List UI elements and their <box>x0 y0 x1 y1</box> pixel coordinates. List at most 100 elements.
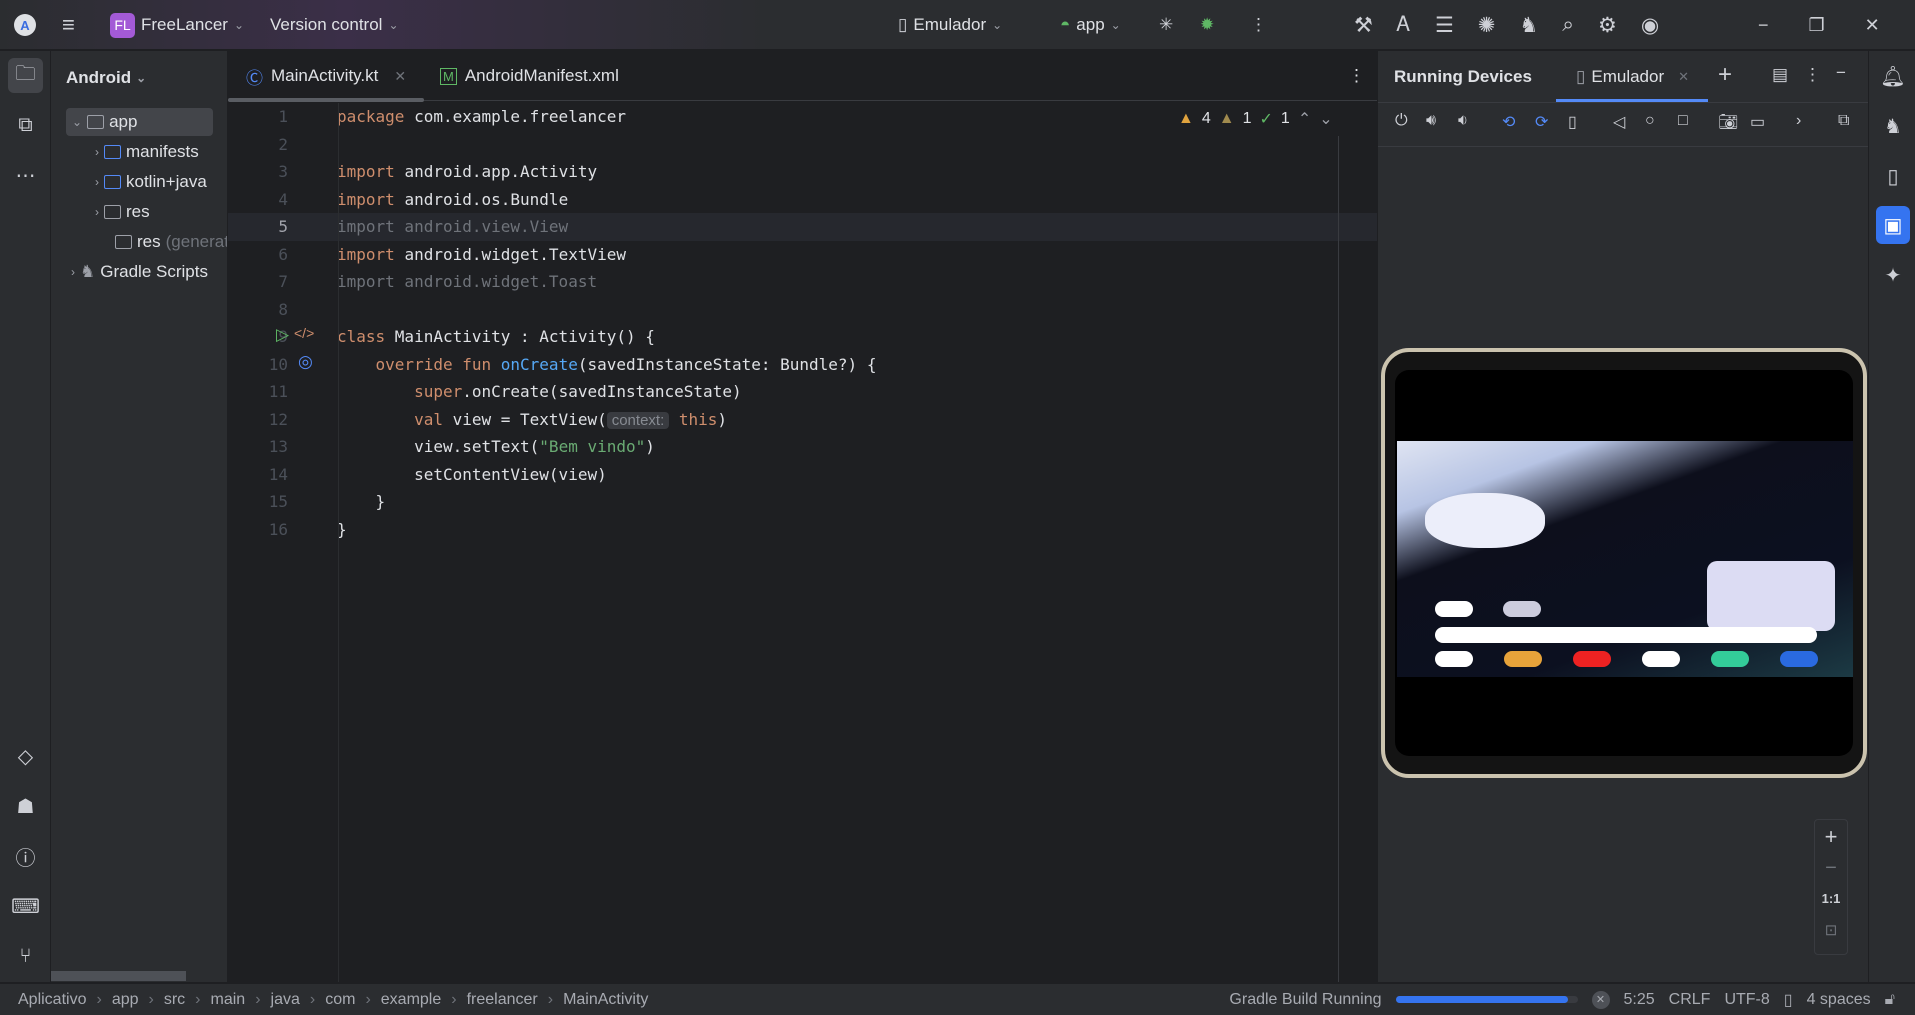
gmail-icon[interactable] <box>1435 651 1473 667</box>
meet-icon[interactable] <box>1711 651 1749 667</box>
messages-icon[interactable] <box>1780 651 1818 667</box>
breadcrumb-item[interactable]: Aplicativo <box>18 991 86 1009</box>
tabs-more-button[interactable]: ⋮ <box>1348 51 1365 101</box>
breadcrumb-item[interactable]: main <box>211 991 246 1009</box>
readonly-toggle-icon[interactable]: ▯ <box>1784 990 1793 1010</box>
code-line[interactable]: 3 import android.app.Activity <box>228 158 1377 186</box>
calendar-widget[interactable] <box>1707 561 1835 631</box>
search-icon[interactable]: ⌕ <box>1562 13 1574 37</box>
tab-scrollbar[interactable] <box>228 98 424 102</box>
breadcrumb-item[interactable]: MainActivity <box>563 991 648 1009</box>
minimize-icon[interactable]: − <box>1758 15 1769 36</box>
device-selector[interactable]: ▯ Emulador ⌄ <box>898 0 1002 50</box>
git-icon[interactable]: ⑂ <box>8 939 43 974</box>
override-gutter-icon[interactable]: ◎ <box>298 352 313 372</box>
tree-item-kotlin-java[interactable]: › kotlin+java <box>95 168 207 196</box>
running-devices-icon[interactable]: ▣ <box>1876 206 1910 244</box>
code-line[interactable]: 1 package com.example.freelancer <box>228 103 1377 131</box>
close-tab-icon[interactable]: ✕ <box>1678 69 1689 85</box>
hide-panel-icon[interactable]: − <box>1836 63 1846 83</box>
device-inspect-icon[interactable]: ⧉ <box>1838 112 1849 130</box>
rotate-left-icon[interactable]: ⟲ <box>1502 112 1515 132</box>
gradle-icon[interactable]: ♞ <box>1876 107 1910 145</box>
google-search-bar[interactable] <box>1435 627 1817 643</box>
code-line[interactable]: 15 } <box>228 488 1377 516</box>
code-line[interactable]: 2 <box>228 131 1377 159</box>
power-icon[interactable]: ⏻ <box>1395 112 1408 130</box>
debug-button[interactable]: ✹ <box>1200 0 1214 50</box>
chrome-icon[interactable] <box>1504 651 1542 667</box>
file-encoding[interactable]: UTF-8 <box>1724 991 1769 1009</box>
code-editor[interactable]: Ⓒ MainActivity.kt ✕ M AndroidManifest.xml ⋮… <box>228 51 1377 982</box>
gem-icon[interactable]: ◇ <box>8 739 43 774</box>
restore-icon[interactable]: ❐ <box>1809 15 1825 36</box>
logcat-icon[interactable]: ☗ <box>8 789 43 824</box>
device-manager-icon[interactable]: ▯ <box>1876 157 1910 195</box>
tab-android-manifest[interactable]: M AndroidManifest.xml <box>440 51 619 101</box>
photos-icon[interactable] <box>1642 651 1680 667</box>
breadcrumb-item[interactable]: example <box>381 991 441 1009</box>
tree-item-res-generated[interactable]: res(generated) <box>115 228 227 256</box>
sync-icon[interactable]: ☰ <box>1435 13 1454 38</box>
build-icon[interactable]: ⚒ <box>1354 13 1373 38</box>
cancel-task-icon[interactable]: ✕ <box>1591 990 1610 1009</box>
code-line[interactable]: 7 import android.widget.Toast <box>228 268 1377 296</box>
zoom-actual-size-button[interactable]: 1:1 <box>1815 882 1847 916</box>
code-line[interactable]: 16} <box>228 516 1377 544</box>
project-selector[interactable]: FL FreeLancer ⌄ <box>110 0 244 50</box>
lock-icon[interactable]: 🔓︎ <box>1885 991 1895 1009</box>
version-control-menu[interactable]: Version control ⌄ <box>270 0 399 50</box>
rotate-right-icon[interactable]: ⟳ <box>1535 112 1548 132</box>
breadcrumb-item[interactable]: java <box>271 991 300 1009</box>
home-icon[interactable]: ○ <box>1645 112 1655 130</box>
resource-manager-icon[interactable]: ⧉ <box>8 108 43 143</box>
code-line[interactable]: 6 import android.widget.TextView <box>228 241 1377 269</box>
attach-debugger-icon[interactable]: ✺ <box>1478 13 1496 38</box>
account-icon[interactable]: ◉ <box>1641 13 1659 38</box>
tab-emulador[interactable]: ▯ Emulador ✕ <box>1576 67 1689 87</box>
tree-item-res[interactable]: › res <box>95 198 150 226</box>
zoom-fit-icon[interactable]: ⊡ <box>1815 916 1847 946</box>
app-logo-icon[interactable]: A <box>14 0 36 50</box>
code-line[interactable]: 10 override fun onCreate(savedInstanceSt… <box>228 351 1377 379</box>
problems-icon[interactable]: ⓘ <box>8 839 43 874</box>
tree-item-manifests[interactable]: › manifests <box>95 138 199 166</box>
tree-item-gradle-scripts[interactable]: › ♞ Gradle Scripts <box>71 258 208 286</box>
clock-widget[interactable] <box>1425 493 1545 548</box>
project-tool-icon[interactable]: 🗀 <box>8 58 43 93</box>
caret-position[interactable]: 5:25 <box>1624 991 1655 1009</box>
close-icon[interactable]: ✕ <box>1865 15 1880 36</box>
code-line[interactable]: 12 val view = TextView(context: this) <box>228 406 1377 434</box>
run-config-selector[interactable]: ◓ app ⌄ <box>1060 0 1121 50</box>
volume-down-icon[interactable]: 🔉︎ <box>1458 112 1468 130</box>
add-device-icon[interactable]: + <box>1718 61 1732 89</box>
fold-icon[interactable]: ▯ <box>1568 112 1577 132</box>
more-actions-button[interactable]: ⋮ <box>1250 0 1267 50</box>
volume-up-icon[interactable]: 🔊︎ <box>1426 112 1436 130</box>
line-separator[interactable]: CRLF <box>1669 991 1711 1009</box>
run-gutter-icon[interactable]: ▷ <box>276 325 289 345</box>
tab-main-activity[interactable]: Ⓒ MainActivity.kt ✕ <box>246 51 406 101</box>
notifications-icon[interactable]: 🔔︎ <box>1876 57 1910 95</box>
code-line[interactable]: 4 import android.os.Bundle <box>228 186 1377 214</box>
more-tools-icon[interactable]: ⋯ <box>8 158 43 193</box>
emulator-screen[interactable] <box>1381 348 1867 778</box>
zoom-out-icon[interactable]: − <box>1815 854 1847 882</box>
youtube-icon[interactable] <box>1573 651 1611 667</box>
indent-setting[interactable]: 4 spaces <box>1807 991 1871 1009</box>
close-tab-icon[interactable]: ✕ <box>394 68 406 85</box>
more-controls-icon[interactable]: › <box>1796 112 1801 130</box>
gear-icon[interactable]: ⚙ <box>1598 13 1617 38</box>
code-line[interactable]: 13 view.setText("Bem vindo") <box>228 433 1377 461</box>
code-line[interactable]: 8 <box>228 296 1377 324</box>
project-view-selector[interactable]: Android ⌄ <box>66 63 146 93</box>
activity-gutter-icon[interactable]: </> <box>294 325 314 341</box>
zoom-in-icon[interactable]: + <box>1815 820 1847 854</box>
screenshot-icon[interactable]: 📷︎ <box>1718 112 1738 132</box>
breadcrumb-item[interactable]: app <box>112 991 139 1009</box>
gemini-icon[interactable]: ✦ <box>1876 256 1910 294</box>
background-task-label[interactable]: Gradle Build Running <box>1229 991 1381 1009</box>
loading-button[interactable]: ✳ <box>1159 0 1173 50</box>
breadcrumb-item[interactable]: src <box>164 991 185 1009</box>
layout-icon[interactable]: ▤ <box>1772 65 1788 85</box>
